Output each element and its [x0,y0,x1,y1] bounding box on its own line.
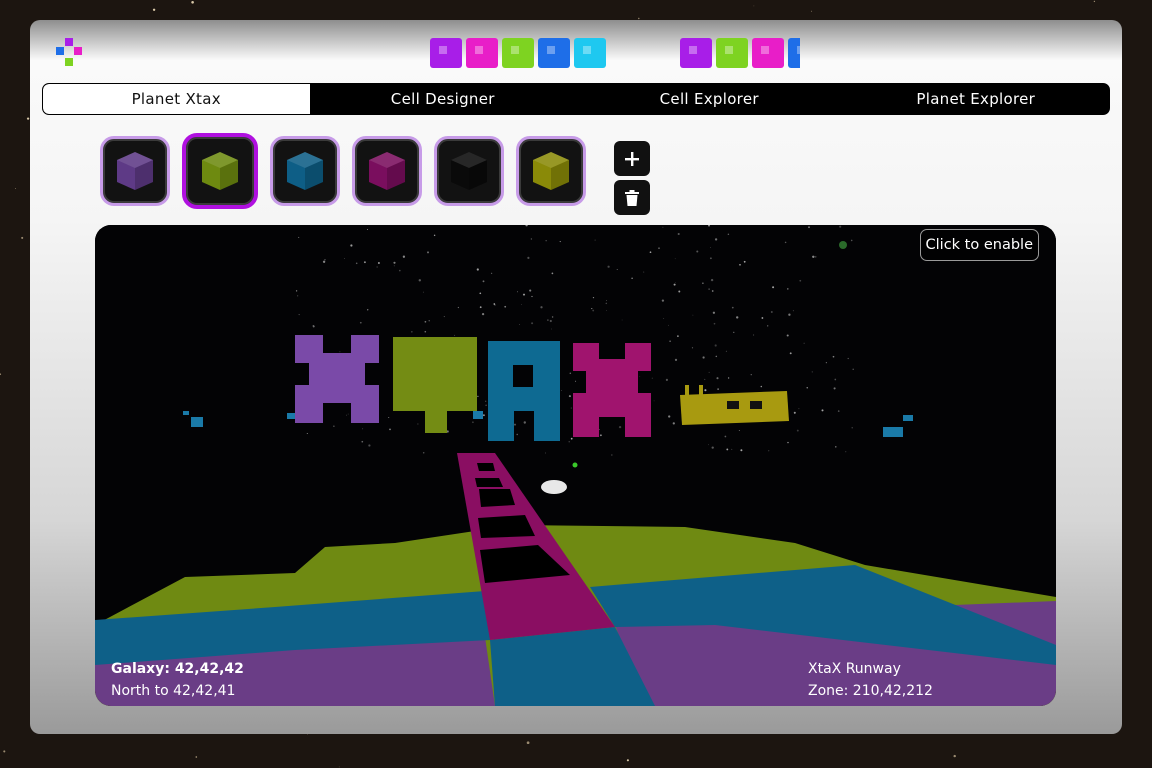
cube-icon [533,152,569,190]
runway-hole [475,478,503,487]
zone-coordinates: Zone: 210,42,212 [808,683,933,699]
cube-icon [451,152,487,190]
runway-hole [477,463,495,471]
main-tabs: Planet Xtax Cell Designer Cell Explorer … [42,83,1110,115]
tab-cell-explorer[interactable]: Cell Explorer [576,84,843,114]
cube-icon [117,152,153,190]
tab-cell-designer[interactable]: Cell Designer [310,84,577,114]
cell-swatch[interactable] [270,136,340,206]
floating-cube [191,417,203,427]
game-viewport[interactable]: Click to enable Galaxy: 42,42,42 North t… [95,225,1056,706]
cell-swatch[interactable] [516,136,586,206]
cell-palette [100,133,586,209]
tab-planet-explorer[interactable]: Planet Explorer [843,84,1110,114]
player-dome [541,480,567,494]
cell-swatch[interactable] [100,136,170,206]
floating-cube [883,427,903,437]
runway-hole [478,515,535,538]
delete-cell-button[interactable] [614,180,650,215]
cell-swatch[interactable] [434,136,504,206]
app-title-logo [430,38,800,68]
runway-hole [479,489,515,507]
green-particle [839,241,847,249]
floating-cube [287,413,295,419]
location-name: XtaX Runway [808,661,901,677]
cell-swatch[interactable] [352,136,422,206]
heading-readout: North to 42,42,41 [111,683,236,699]
add-cell-button[interactable] [614,141,650,176]
hud-position: Galaxy: 42,42,42 North to 42,42,41 [111,658,244,702]
tab-planet-xtax[interactable]: Planet Xtax [43,84,310,114]
floating-cube [473,411,483,419]
app-logo-icon [56,38,82,66]
floating-cube [183,411,189,415]
cube-icon [369,152,405,190]
galaxy-coordinates: Galaxy: 42,42,42 [111,661,244,677]
floating-cube [903,415,913,421]
game-scene [95,225,1056,706]
trash-icon [625,189,639,206]
enable-controls-button[interactable]: Click to enable [919,229,1039,261]
cell-swatch[interactable] [182,133,258,209]
hud-location: XtaX Runway Zone: 210,42,212 [808,658,933,702]
main-panel: Planet Xtax Cell Designer Cell Explorer … [30,20,1122,734]
green-particle [572,462,578,468]
cell-actions [614,141,650,215]
cube-icon [287,152,323,190]
cube-icon [202,152,238,190]
plus-icon [625,151,639,166]
